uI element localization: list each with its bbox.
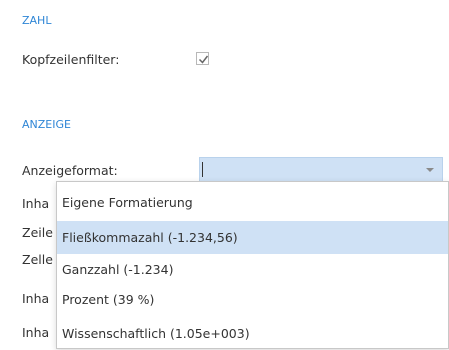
option-custom-format[interactable]: Eigene Formatierung: [57, 186, 448, 219]
option-scientific[interactable]: Wissenschaftlich (1.05e+003): [57, 317, 448, 350]
display-format-dropdown[interactable]: Eigene Formatierung Fließkommazahl (-1.2…: [56, 181, 449, 349]
header-filter-label: Kopfzeilenfilter:: [22, 52, 120, 67]
checkmark-icon: [198, 55, 209, 64]
content-label-3: Inha: [22, 325, 50, 340]
section-title-zahl: ZAHL: [22, 14, 52, 27]
content-label-1: Inha: [22, 196, 50, 211]
row-label: Zeile: [22, 225, 53, 240]
text-cursor: [202, 162, 203, 177]
chevron-down-icon[interactable]: [426, 168, 434, 172]
display-format-label: Anzeigeformat:: [22, 163, 118, 178]
option-integer[interactable]: Ganzzahl (-1.234): [57, 253, 448, 286]
display-format-select[interactable]: [199, 157, 443, 182]
content-label-2: Inha: [22, 291, 50, 306]
option-percent[interactable]: Prozent (39 %): [57, 283, 448, 316]
cell-label: Zelle: [22, 252, 53, 267]
section-title-anzeige: ANZEIGE: [22, 118, 71, 131]
header-filter-checkbox[interactable]: [196, 52, 209, 65]
option-float[interactable]: Fließkommazahl (-1.234,56): [57, 221, 448, 254]
